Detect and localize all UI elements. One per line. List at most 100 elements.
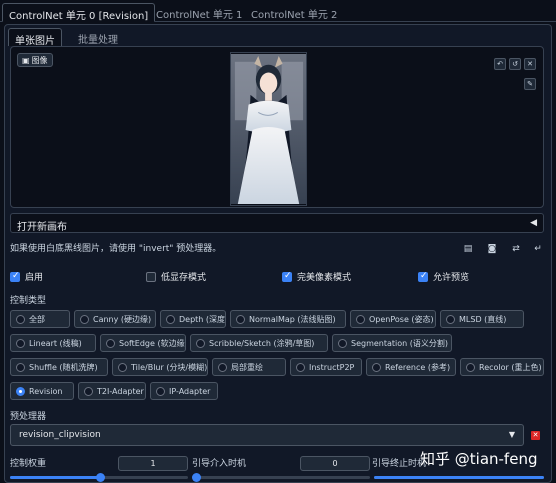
radio-dot xyxy=(196,338,205,348)
control-type-option[interactable]: Tile/Blur (分块/模糊) xyxy=(112,358,208,376)
control-type-label: 控制类型 xyxy=(10,296,47,306)
slider-fill xyxy=(374,476,544,479)
document-icon[interactable]: ▤ xyxy=(463,244,473,254)
radio-dot xyxy=(236,314,245,324)
radio-dot xyxy=(84,386,93,396)
option-label: Tile/Blur (分块/模糊) xyxy=(131,362,208,372)
undo-icon[interactable]: ↶ xyxy=(494,58,506,70)
radio-dot xyxy=(356,314,365,324)
option-label: OpenPose (姿态) xyxy=(369,314,434,324)
radio-dot xyxy=(166,314,175,324)
option-label: Depth (深度) xyxy=(179,314,226,324)
image-label-badge: ▣ 图像 xyxy=(17,53,53,67)
swap-icon[interactable]: ⇄ xyxy=(511,244,521,254)
option-label: Canny (硬边缘) xyxy=(93,314,152,324)
control-type-option[interactable]: IP-Adapter xyxy=(150,382,218,400)
control-type-option[interactable]: Depth (深度) xyxy=(160,310,226,328)
reference-photo xyxy=(230,52,307,206)
checkbox-box xyxy=(146,271,156,282)
option-label: IP-Adapter xyxy=(169,386,211,396)
camera-icon[interactable]: ◙ xyxy=(487,244,497,254)
control-type-option[interactable]: Shuffle (随机洗牌) xyxy=(10,358,108,376)
checkbox-label: 允许预览 xyxy=(433,273,470,283)
control-type-option[interactable]: 局部重绘 xyxy=(212,358,286,376)
preprocessor-value: revision_clipvision xyxy=(19,430,101,440)
checkbox-box xyxy=(282,271,292,282)
control-type-option[interactable]: InstructP2P xyxy=(290,358,362,376)
radio-dot xyxy=(106,338,115,348)
control-weight-label: 控制权重 xyxy=(10,459,47,469)
reset-icon[interactable]: ↺ xyxy=(509,58,521,70)
image-icon: ▣ xyxy=(22,55,30,65)
clear-icon[interactable]: ✕ xyxy=(524,58,536,70)
watermark-text: 知乎 @tian-feng xyxy=(420,450,538,468)
control-type-option[interactable]: 全部 xyxy=(10,310,70,328)
radio-dot xyxy=(466,362,475,372)
preprocessor-select[interactable]: revision_clipvision ▼ xyxy=(10,424,524,446)
pixel-perfect-checkbox[interactable]: 完美像素模式 xyxy=(282,270,351,283)
option-label: Segmentation (语义分割) xyxy=(351,338,449,348)
radio-dot xyxy=(372,362,381,372)
pen-icon[interactable]: ✎ xyxy=(524,78,536,90)
radio-dot xyxy=(218,362,227,372)
option-label: Recolor (重上色) xyxy=(479,362,542,372)
control-type-option[interactable]: Lineart (线稿) xyxy=(10,334,96,352)
option-label: SoftEdge (软边缘) xyxy=(119,338,186,348)
option-label: Reference (参考) xyxy=(385,362,451,372)
slider-handle[interactable] xyxy=(192,473,201,482)
tab-controlnet-unit-0[interactable]: ControlNet 单元 0 [Revision] xyxy=(2,3,156,22)
option-label: NormalMap (法线贴图) xyxy=(249,314,336,324)
control-type-option[interactable]: Segmentation (语义分割) xyxy=(332,334,452,352)
checkbox-label: 启用 xyxy=(25,273,44,283)
option-label: Revision xyxy=(29,386,63,396)
control-type-option[interactable]: OpenPose (姿态) xyxy=(350,310,436,328)
control-type-option-selected[interactable]: Revision xyxy=(10,382,74,400)
image-label-text: 图像 xyxy=(31,55,48,65)
control-type-option[interactable]: Canny (硬边缘) xyxy=(74,310,156,328)
option-label: Scribble/Sketch (涂鸦/草图) xyxy=(209,338,315,348)
control-type-option[interactable]: Reference (参考) xyxy=(366,358,456,376)
close-icon[interactable]: ✕ xyxy=(531,431,540,440)
checkbox-label: 完美像素模式 xyxy=(297,273,352,283)
control-weight-input[interactable]: 1 xyxy=(118,456,188,471)
allow-preview-checkbox[interactable]: 允许预览 xyxy=(418,270,469,283)
control-type-option[interactable]: Recolor (重上色) xyxy=(460,358,544,376)
radio-dot xyxy=(296,362,305,372)
control-type-option[interactable]: T2I-Adapter xyxy=(78,382,146,400)
tab-controlnet-unit-1[interactable]: ControlNet 单元 1 xyxy=(150,3,248,22)
radio-dot xyxy=(16,338,25,348)
send-back-icon[interactable]: ↵ xyxy=(533,244,543,254)
tab-batch[interactable]: 批量处理 xyxy=(72,28,124,46)
invert-hint-text: 如果使用白底黑线图片，请使用 "invert" 预处理器。 xyxy=(10,244,222,254)
option-label: MLSD (直线) xyxy=(459,314,507,324)
open-new-canvas-button[interactable]: 打开新画布 ◀ xyxy=(10,213,544,233)
option-label: InstructP2P xyxy=(309,362,355,372)
option-label: Shuffle (随机洗牌) xyxy=(29,362,98,372)
checkbox-box xyxy=(10,271,20,282)
tab-controlnet-unit-2[interactable]: ControlNet 单元 2 xyxy=(245,3,343,22)
control-weight-slider[interactable] xyxy=(10,473,188,482)
control-type-option[interactable]: MLSD (直线) xyxy=(440,310,524,328)
controlnet-unit-tabbar: ControlNet 单元 0 [Revision] ControlNet 单元… xyxy=(0,0,556,22)
start-step-slider[interactable] xyxy=(192,473,370,482)
end-step-slider[interactable] xyxy=(374,476,544,479)
control-type-option[interactable]: Scribble/Sketch (涂鸦/草图) xyxy=(190,334,328,352)
enable-checkbox[interactable]: 启用 xyxy=(10,270,43,283)
low-vram-checkbox[interactable]: 低显存模式 xyxy=(146,270,206,283)
slider-handle[interactable] xyxy=(96,473,105,482)
option-label: T2I-Adapter xyxy=(97,386,144,396)
radio-dot xyxy=(156,386,165,396)
option-label: Lineart (线稿) xyxy=(29,338,82,348)
start-step-input[interactable]: 0 xyxy=(300,456,370,471)
radio-dot xyxy=(338,338,347,348)
option-label: 局部重绘 xyxy=(231,362,263,372)
slider-fill xyxy=(10,476,100,479)
radio-dot xyxy=(118,362,127,372)
control-type-option[interactable]: NormalMap (法线贴图) xyxy=(230,310,346,328)
control-type-option[interactable]: SoftEdge (软边缘) xyxy=(100,334,186,352)
preprocessor-label: 预处理器 xyxy=(10,412,47,422)
tab-single-image[interactable]: 单张图片 xyxy=(8,28,62,47)
collapse-triangle-icon: ◀ xyxy=(530,218,537,228)
radio-dot xyxy=(16,314,25,324)
checkbox-label: 低显存模式 xyxy=(161,273,207,283)
